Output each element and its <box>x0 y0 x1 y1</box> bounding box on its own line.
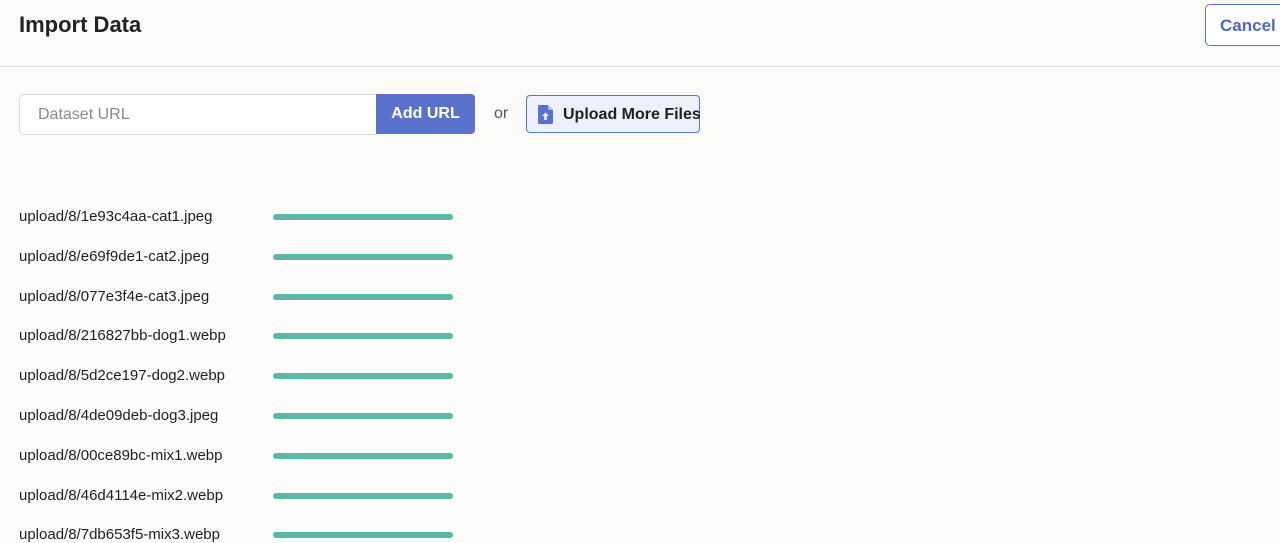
dialog-header: Import Data Cancel <box>0 0 1280 67</box>
file-row: upload/8/5d2ce197-dog2.webp <box>0 331 1280 384</box>
upload-progress-fill <box>273 532 453 539</box>
cancel-button[interactable]: Cancel <box>1205 4 1280 46</box>
upload-more-files-button[interactable]: Upload More Files <box>526 95 701 133</box>
file-upload-icon <box>538 105 553 124</box>
file-row: upload/8/7db653f5-mix3.webp <box>0 490 1280 543</box>
file-row: upload/8/46d4114e-mix2.webp <box>0 451 1280 504</box>
import-toolbar: Add URL or Upload More Files <box>0 67 1280 160</box>
upload-progress-bar <box>273 532 453 539</box>
file-row: upload/8/4de09deb-dog3.jpeg <box>0 371 1280 424</box>
file-list: upload/8/1e93c4aa-cat1.jpeg upload/8/e69f… <box>0 172 1280 543</box>
file-row: upload/8/216827bb-dog1.webp <box>0 291 1280 344</box>
add-url-button[interactable]: Add URL <box>376 94 475 134</box>
file-name: upload/8/7db653f5-mix3.webp <box>19 526 220 543</box>
file-row: upload/8/e69f9de1-cat2.jpeg <box>0 212 1280 265</box>
page-title: Import Data <box>19 12 142 37</box>
file-row: upload/8/00ce89bc-mix1.webp <box>0 411 1280 464</box>
file-row: upload/8/1e93c4aa-cat1.jpeg <box>0 172 1280 225</box>
or-separator: or <box>494 105 509 122</box>
dataset-url-input[interactable] <box>19 94 377 135</box>
file-row: upload/8/077e3f4e-cat3.jpeg <box>0 252 1280 305</box>
upload-more-files-label: Upload More Files <box>563 106 701 123</box>
